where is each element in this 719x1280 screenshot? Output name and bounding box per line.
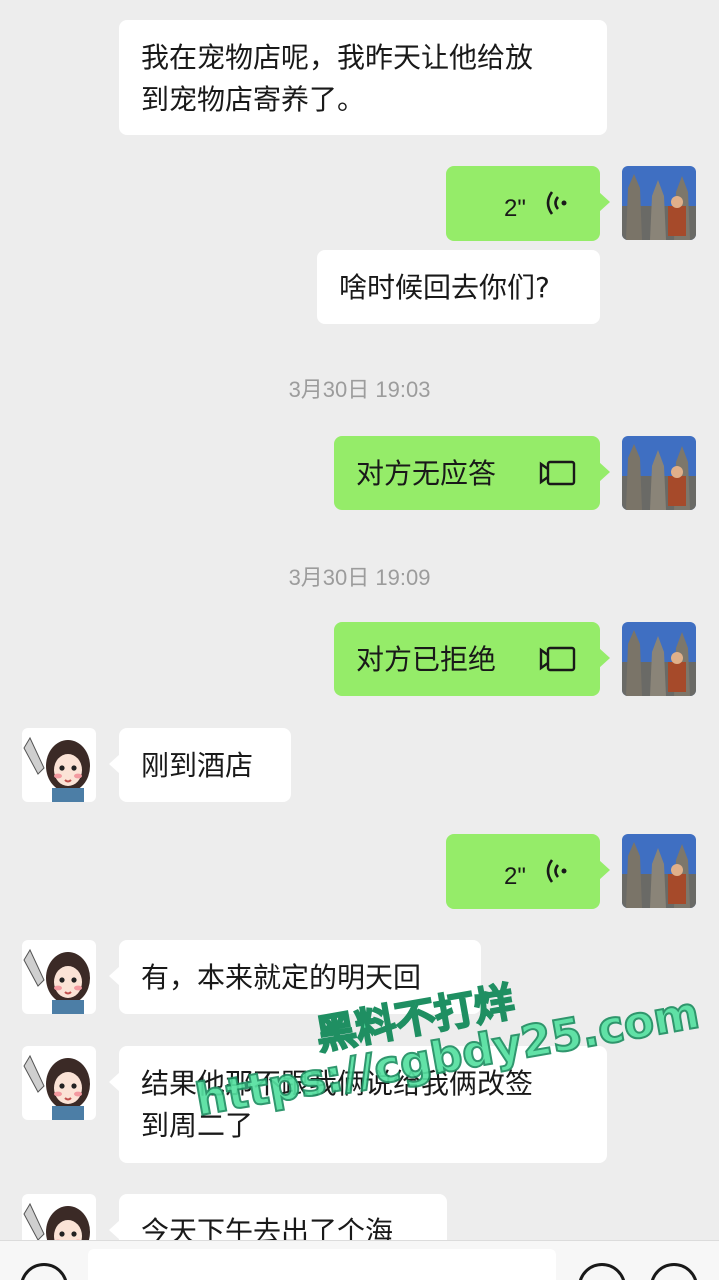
avatar[interactable]: [22, 940, 96, 1014]
avatar[interactable]: [622, 834, 696, 908]
voice-wave-icon: [546, 191, 567, 215]
plus-icon[interactable]: [650, 1263, 698, 1280]
timestamp: 3月30日 19:03: [288, 377, 431, 402]
message-text: 啥时候回去你们?: [339, 271, 550, 304]
call-status-text: 对方已拒绝: [356, 643, 497, 676]
cartoon-girl-avatar: [22, 940, 96, 1014]
castle-photo-avatar: [622, 436, 696, 510]
message-bubble-outgoing[interactable]: 啥时候回去你们?: [317, 250, 600, 324]
message-bubble-incoming[interactable]: 结果他那不跟我俩说给我俩改签 到周二了: [109, 1046, 607, 1163]
voice-input-icon[interactable]: [20, 1263, 68, 1280]
cartoon-girl-avatar: [22, 728, 96, 802]
avatar[interactable]: [622, 622, 696, 696]
voice-wave-icon: [546, 859, 567, 883]
video-call-icon: [539, 646, 576, 672]
avatar[interactable]: [22, 1046, 96, 1120]
avatar[interactable]: [622, 166, 696, 240]
cartoon-girl-avatar: [22, 1046, 96, 1120]
message-text: 刚到酒店: [141, 749, 254, 782]
call-status-text: 对方无应答: [356, 457, 497, 490]
message-text-line: 到周二了: [141, 1109, 254, 1142]
avatar[interactable]: [22, 1194, 96, 1240]
avatar[interactable]: [22, 728, 96, 802]
message-input[interactable]: [88, 1249, 556, 1280]
message-text-line: 结果他那不跟我俩说给我俩改签: [141, 1067, 534, 1100]
message-text: 有，本来就定的明天回: [141, 961, 422, 994]
voice-duration: 2": [504, 863, 526, 890]
message-text-line: 我在宠物店呢，我昨天让他给放: [141, 41, 534, 74]
cartoon-girl-avatar: [22, 1194, 96, 1240]
timestamp: 3月30日 19:09: [288, 565, 431, 590]
castle-photo-avatar: [622, 834, 696, 908]
chat-area[interactable]: 我在宠物店呢，我昨天让他给放 到宠物店寄养了。 2" 啥时候回去你们? 3月30…: [0, 0, 719, 1240]
avatar[interactable]: [622, 436, 696, 510]
castle-photo-avatar: [622, 622, 696, 696]
input-bar: [0, 1240, 719, 1280]
message-text: 今天下午去出了个海: [141, 1215, 394, 1240]
voice-message-bubble[interactable]: 2": [446, 834, 610, 909]
message-text-line: 到宠物店寄养了。: [141, 83, 366, 116]
video-call-icon: [539, 460, 576, 486]
voice-duration: 2": [504, 195, 526, 222]
message-bubble-incoming[interactable]: 刚到酒店: [109, 728, 291, 802]
castle-photo-avatar: [622, 166, 696, 240]
emoji-icon[interactable]: [578, 1263, 626, 1280]
call-status-bubble[interactable]: 对方无应答: [334, 436, 610, 510]
message-bubble-incoming[interactable]: 有，本来就定的明天回: [109, 940, 481, 1014]
message-bubble-incoming[interactable]: 今天下午去出了个海: [109, 1194, 447, 1240]
call-status-bubble[interactable]: 对方已拒绝: [334, 622, 610, 696]
message-bubble-incoming[interactable]: 我在宠物店呢，我昨天让他给放 到宠物店寄养了。: [119, 20, 607, 135]
voice-message-bubble[interactable]: 2": [446, 166, 610, 241]
